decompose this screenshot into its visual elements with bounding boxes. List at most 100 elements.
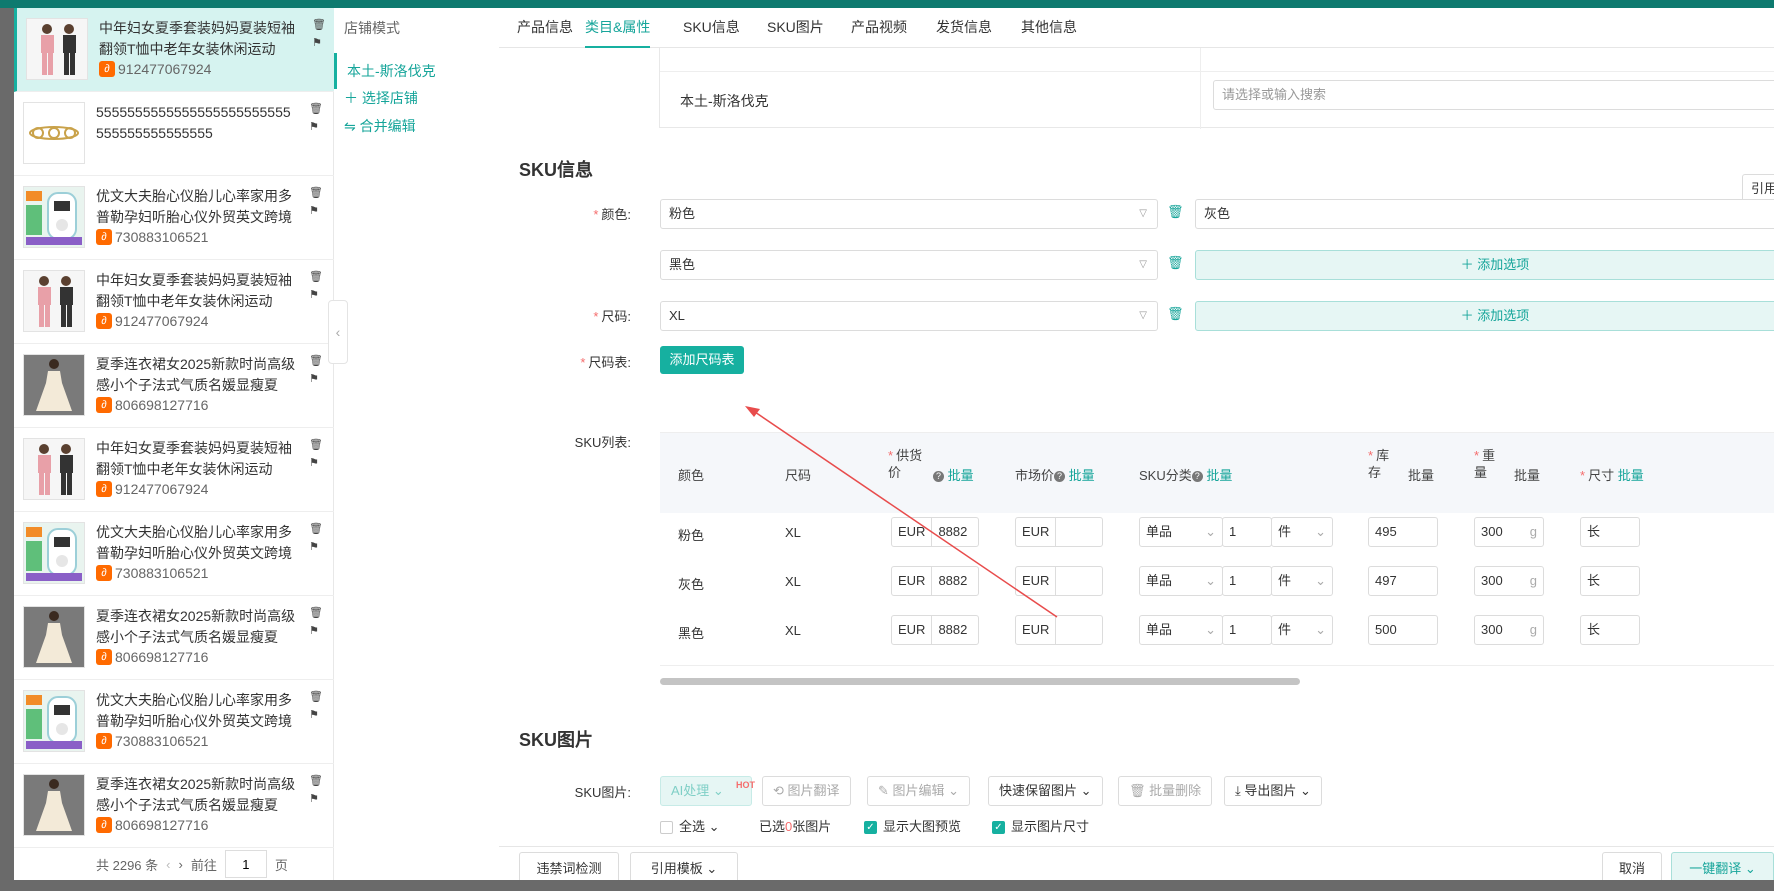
product-list-item[interactable]: 夏季连衣裙女2025新款时尚高级感小个子法式气质名媛显瘦夏天... ∂806698…: [14, 596, 334, 680]
quantity-input[interactable]: 1: [1222, 517, 1272, 547]
tab-product-info[interactable]: 产品信息: [517, 8, 573, 48]
tab-other-info[interactable]: 其他信息: [1021, 8, 1077, 48]
show-preview-checkbox[interactable]: ✓ 显示大图预览: [864, 816, 961, 835]
color-select-1[interactable]: 粉色 ▽: [660, 199, 1158, 229]
sku-class-select[interactable]: 单品 ⌄: [1139, 566, 1223, 596]
size-select[interactable]: XL ▽: [660, 301, 1158, 331]
product-list-item[interactable]: 优文大夫胎心仪胎儿心率家用多普勒孕妇听胎心仪外贸英文跨境 ∂ 73088310652…: [14, 680, 334, 764]
checkbox[interactable]: [660, 821, 673, 835]
dimension-input[interactable]: 长: [1580, 566, 1640, 596]
batch-market-price-link[interactable]: 批量: [1069, 468, 1095, 483]
add-size-chart-button[interactable]: 添加尺码表: [660, 346, 744, 374]
stock-input[interactable]: 495: [1368, 517, 1438, 547]
flag-icon[interactable]: ⚑: [309, 118, 323, 136]
select-store-link[interactable]: ＋ 选择店铺: [344, 88, 418, 108]
image-edit-button[interactable]: ✎ 图片编辑 ⌄: [867, 776, 971, 806]
product-list-item[interactable]: 5555555555555555555555555555555555555555…: [14, 92, 334, 176]
flag-icon[interactable]: ⚑: [309, 370, 323, 388]
prev-page-button[interactable]: ‹: [166, 857, 170, 872]
tab-sku-images[interactable]: SKU图片: [767, 8, 824, 48]
next-page-button[interactable]: ›: [179, 857, 183, 872]
flag-icon[interactable]: ⚑: [312, 34, 326, 52]
flag-icon[interactable]: ⚑: [309, 538, 323, 556]
sku-class-select[interactable]: 单品 ⌄: [1139, 517, 1223, 547]
tab-category-attributes[interactable]: 类目&属性: [585, 8, 651, 48]
market-price-input[interactable]: EUR: [1015, 517, 1103, 547]
ref-template-button[interactable]: 引用模板 ⌄: [630, 852, 738, 880]
dimension-input[interactable]: 长: [1580, 517, 1640, 547]
trash-icon[interactable]: 🗑: [309, 184, 323, 202]
product-list-item[interactable]: 中年妇女夏季套装妈妈夏装短袖翻领T恤中老年女装休闲运动两... ∂91247706…: [14, 428, 334, 512]
trash-icon[interactable]: 🗑: [1167, 204, 1184, 220]
flag-icon[interactable]: ⚑: [309, 706, 323, 724]
sku-class-select[interactable]: 单品 ⌄: [1139, 615, 1223, 645]
batch-supply-price-link[interactable]: 批量: [948, 468, 974, 483]
one-click-translate-button[interactable]: 一键翻译 ⌄: [1671, 852, 1774, 880]
product-list-item[interactable]: 夏季连衣裙女2025新款时尚高级感小个子法式气质名媛显瘦夏天... ∂806698…: [14, 764, 334, 848]
trash-icon[interactable]: 🗑: [1167, 306, 1184, 322]
trash-icon[interactable]: 🗑: [309, 268, 323, 286]
trash-icon[interactable]: 🗑: [309, 352, 323, 370]
help-icon[interactable]: ?: [1054, 471, 1066, 483]
market-price-input[interactable]: EUR: [1015, 615, 1103, 645]
export-images-button[interactable]: ⤓ 导出图片 ⌄: [1224, 776, 1322, 806]
product-list-item[interactable]: 中年妇女夏季套装妈妈夏装短袖翻领T恤中老年女装休闲运动两... ∂91247706…: [14, 8, 334, 92]
supply-price-input[interactable]: EUR 8882: [891, 517, 979, 547]
trash-icon[interactable]: 🗑: [309, 604, 323, 622]
quantity-input[interactable]: 1: [1222, 566, 1272, 596]
tab-product-video[interactable]: 产品视频: [851, 8, 907, 48]
merge-edit-link[interactable]: ⇋ 合并编辑: [344, 116, 416, 136]
image-translate-button[interactable]: ⟲ 图片翻译: [762, 776, 851, 806]
violation-check-button[interactable]: 违禁词检测: [519, 852, 619, 880]
show-size-checkbox[interactable]: ✓ 显示图片尺寸: [992, 816, 1089, 835]
color-select-2[interactable]: 灰色: [1195, 199, 1774, 229]
supply-price-input[interactable]: EUR 8882: [891, 566, 979, 596]
flag-icon[interactable]: ⚑: [309, 286, 323, 304]
product-list-item[interactable]: 优文大夫胎心仪胎儿心率家用多普勒孕妇听胎心仪外贸英文跨境 ∂ 73088310652…: [14, 512, 334, 596]
flag-icon[interactable]: ⚑: [309, 790, 323, 808]
trash-icon[interactable]: 🗑: [309, 436, 323, 454]
cancel-button[interactable]: 取消: [1602, 852, 1662, 880]
flag-icon[interactable]: ⚑: [309, 202, 323, 220]
dimension-input[interactable]: 长: [1580, 615, 1640, 645]
trash-icon[interactable]: 🗑: [309, 520, 323, 538]
batch-stock-link[interactable]: 批量: [1408, 465, 1434, 484]
weight-input[interactable]: 300 g: [1474, 517, 1544, 547]
horizontal-scrollbar[interactable]: [660, 678, 1300, 685]
trash-icon[interactable]: 🗑: [309, 688, 323, 706]
trash-icon[interactable]: 🗑: [1167, 255, 1184, 271]
stock-input[interactable]: 500: [1368, 615, 1438, 645]
color-select-3[interactable]: 黑色 ▽: [660, 250, 1158, 280]
trash-icon[interactable]: 🗑: [312, 16, 326, 34]
category-search-input[interactable]: 请选择或输入搜索: [1213, 80, 1774, 110]
ai-process-button[interactable]: AI处理 ⌄ HOT: [660, 776, 755, 806]
tab-shipping-info[interactable]: 发货信息: [936, 8, 992, 48]
batch-dimension-link[interactable]: 批量: [1618, 468, 1644, 483]
batch-weight-link[interactable]: 批量: [1514, 465, 1540, 484]
page-input[interactable]: [224, 850, 267, 878]
checkbox-checked[interactable]: ✓: [992, 821, 1005, 835]
checkbox-checked[interactable]: ✓: [864, 821, 877, 835]
unit-select[interactable]: 件 ⌄: [1271, 566, 1333, 596]
weight-input[interactable]: 300 g: [1474, 615, 1544, 645]
market-price-input[interactable]: EUR: [1015, 566, 1103, 596]
batch-sku-class-link[interactable]: 批量: [1206, 468, 1232, 483]
trash-icon[interactable]: 🗑: [309, 100, 323, 118]
weight-input[interactable]: 300 g: [1474, 566, 1544, 596]
flag-icon[interactable]: ⚑: [309, 454, 323, 472]
stock-input[interactable]: 497: [1368, 566, 1438, 596]
unit-select[interactable]: 件 ⌄: [1271, 517, 1333, 547]
quantity-input[interactable]: 1: [1222, 615, 1272, 645]
add-size-option-button[interactable]: ＋ 添加选项: [1195, 301, 1774, 331]
tab-sku-info[interactable]: SKU信息: [683, 8, 740, 48]
store-item-slovakia[interactable]: 本土-斯洛伐克: [334, 53, 499, 89]
product-list-item[interactable]: 夏季连衣裙女2025新款时尚高级感小个子法式气质名媛显瘦夏天... ∂806698…: [14, 344, 334, 428]
help-icon[interactable]: ?: [933, 471, 944, 483]
supply-price-input[interactable]: EUR 8882: [891, 615, 979, 645]
trash-icon[interactable]: 🗑: [309, 772, 323, 790]
product-list-item[interactable]: 优文大夫胎心仪胎儿心率家用多普勒孕妇听胎心仪外贸英文跨境 ∂ 73088310652…: [14, 176, 334, 260]
select-all-checkbox[interactable]: 全选 ⌄: [660, 816, 720, 835]
flag-icon[interactable]: ⚑: [309, 622, 323, 640]
quick-keep-images-button[interactable]: 快速保留图片 ⌄: [988, 776, 1103, 806]
add-color-option-button[interactable]: ＋ 添加选项: [1195, 250, 1774, 280]
